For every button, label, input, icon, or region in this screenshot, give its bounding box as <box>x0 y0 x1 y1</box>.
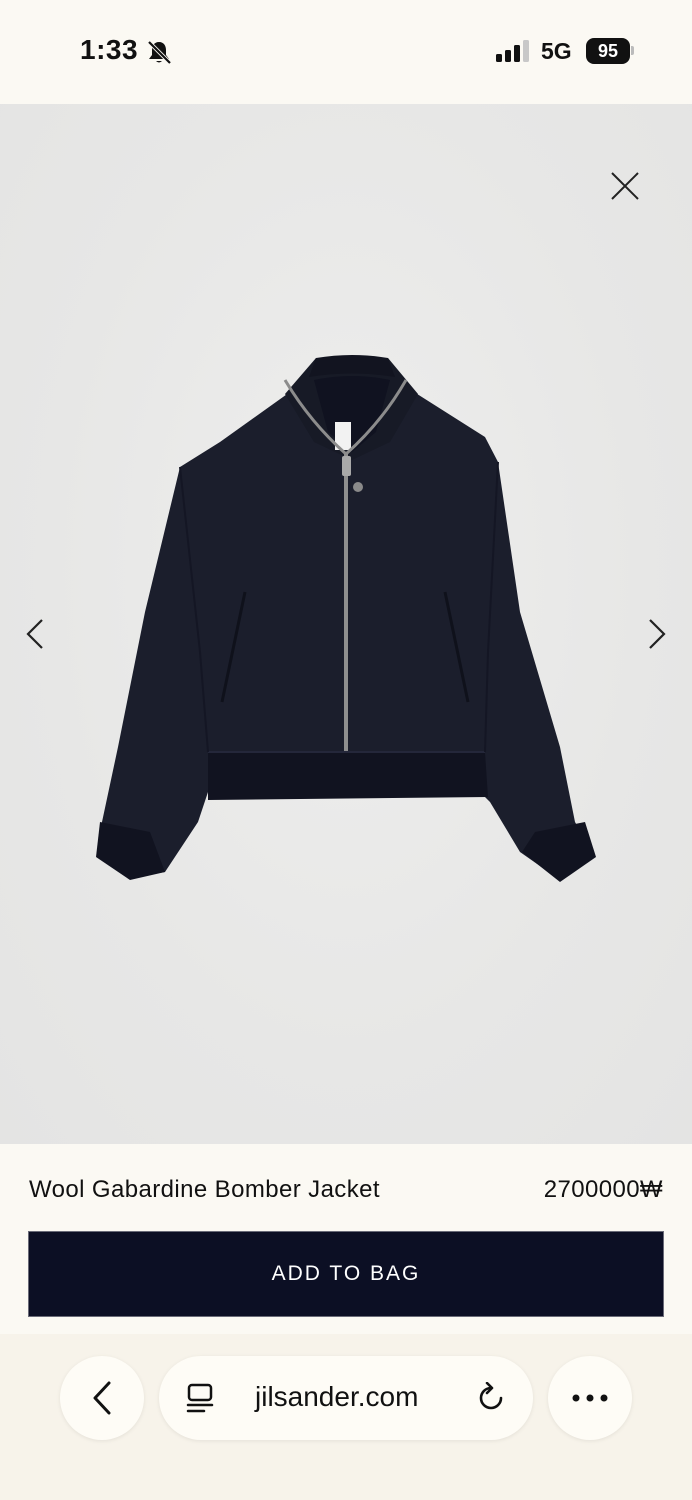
url-text: jilsander.com <box>255 1381 419 1412</box>
product-name: Wool Gabardine Bomber Jacket <box>29 1176 380 1203</box>
reload-icon[interactable] <box>475 1382 507 1414</box>
browser-toolbar: jilsander.com <box>0 1334 692 1500</box>
address-bar[interactable]: jilsander.com <box>159 1356 533 1440</box>
product-gallery[interactable] <box>0 104 692 1144</box>
cellular-signal-icon <box>496 40 529 62</box>
chevron-left-icon <box>93 1381 111 1415</box>
more-icon <box>572 1394 608 1402</box>
chevron-left-icon[interactable] <box>18 614 54 654</box>
network-label: 5G <box>541 38 572 64</box>
close-icon[interactable] <box>605 166 645 206</box>
product-image <box>96 355 596 882</box>
reader-mode-icon <box>186 1383 214 1413</box>
add-to-bag-button[interactable]: ADD TO BAG <box>28 1231 664 1317</box>
product-price: 2700000₩ <box>543 1176 663 1203</box>
battery-level: 95 <box>597 41 619 61</box>
status-time: 1:33 <box>80 34 139 65</box>
product-info: Wool Gabardine Bomber Jacket 2700000₩ AD… <box>0 1144 692 1334</box>
browser-back-button[interactable] <box>60 1356 144 1440</box>
bell-muted-icon <box>147 40 172 65</box>
status-bar: 1:33 5G 95 <box>0 0 692 104</box>
battery-nub <box>631 46 634 55</box>
chevron-right-icon[interactable] <box>638 614 674 654</box>
battery-icon: 95 <box>586 38 630 64</box>
more-button[interactable] <box>548 1356 632 1440</box>
